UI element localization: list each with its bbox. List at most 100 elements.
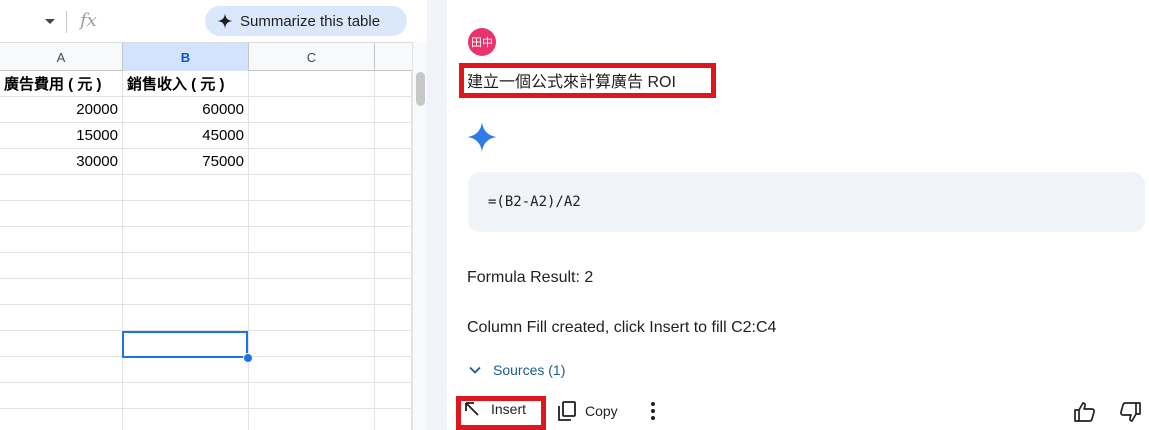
- cell[interactable]: [123, 253, 249, 278]
- cell-b4[interactable]: 75000: [123, 149, 249, 174]
- formula-bar-divider: [66, 11, 67, 33]
- cell[interactable]: [249, 409, 375, 430]
- cell[interactable]: [375, 331, 412, 356]
- insert-button[interactable]: Insert: [463, 400, 526, 418]
- fill-handle[interactable]: [243, 353, 253, 363]
- insert-arrow-icon: [465, 402, 479, 416]
- cell[interactable]: [375, 201, 412, 226]
- cell[interactable]: [249, 201, 375, 226]
- cell-c4[interactable]: [249, 149, 375, 174]
- sources-label: Sources (1): [493, 362, 566, 378]
- scrollbar-thumb[interactable]: [416, 72, 425, 106]
- cell[interactable]: [0, 175, 123, 200]
- cell[interactable]: [375, 383, 412, 408]
- cell[interactable]: [375, 409, 412, 430]
- copy-label: Copy: [585, 403, 618, 419]
- column-header-a[interactable]: A: [0, 43, 123, 71]
- cell-d2[interactable]: [375, 97, 412, 122]
- cell-a1[interactable]: 廣告費用 ( 元 ): [0, 71, 123, 96]
- cell[interactable]: [375, 305, 412, 330]
- formula-code-block: =(B2-A2)/A2: [468, 172, 1145, 232]
- cell[interactable]: [0, 201, 123, 226]
- copy-icon: [558, 401, 576, 421]
- cell-c2[interactable]: [249, 97, 375, 122]
- cell[interactable]: [0, 253, 123, 278]
- cell-a3[interactable]: 15000: [0, 123, 123, 148]
- cell[interactable]: [123, 201, 249, 226]
- table-row: [0, 175, 412, 201]
- sparkle-icon: [217, 13, 233, 29]
- cell[interactable]: [249, 175, 375, 200]
- column-header-c[interactable]: C: [249, 43, 375, 71]
- gemini-panel: 田中 建立一個公式來計算廣告 ROI =(B2-A2)/A2 Formula R…: [447, 0, 1149, 430]
- column-header-d[interactable]: [375, 43, 412, 71]
- cell-d3[interactable]: [375, 123, 412, 148]
- cell[interactable]: [123, 279, 249, 304]
- more-options-icon[interactable]: [645, 400, 661, 422]
- cell[interactable]: [249, 305, 375, 330]
- table-row: [0, 227, 412, 253]
- cell[interactable]: [123, 175, 249, 200]
- cell[interactable]: [249, 253, 375, 278]
- column-header-b[interactable]: B: [123, 43, 249, 71]
- cell[interactable]: [375, 279, 412, 304]
- table-row: [0, 357, 412, 383]
- cell[interactable]: [123, 357, 249, 382]
- cell[interactable]: [249, 383, 375, 408]
- cell-c1[interactable]: [249, 71, 375, 96]
- formula-result: Formula Result: 2: [467, 269, 594, 286]
- cell[interactable]: [375, 175, 412, 200]
- table-row: [0, 253, 412, 279]
- table-row: 30000 75000: [0, 149, 412, 175]
- cell-b2[interactable]: 60000: [123, 97, 249, 122]
- cell[interactable]: [375, 227, 412, 252]
- cell[interactable]: [249, 331, 375, 356]
- cell[interactable]: [0, 357, 123, 382]
- cell[interactable]: [375, 357, 412, 382]
- cell-b3[interactable]: 45000: [123, 123, 249, 148]
- fx-icon: fx: [80, 10, 97, 31]
- table-row: [0, 409, 412, 430]
- cell[interactable]: [123, 383, 249, 408]
- insert-label: Insert: [491, 401, 527, 417]
- table-row: [0, 305, 412, 331]
- user-prompt: 建立一個公式來計算廣告 ROI: [467, 74, 676, 91]
- cell[interactable]: [249, 279, 375, 304]
- vertical-scrollbar[interactable]: [412, 42, 427, 430]
- cell-a2[interactable]: 20000: [0, 97, 123, 122]
- sources-toggle[interactable]: Sources (1): [467, 362, 565, 378]
- user-avatar: 田中: [468, 28, 496, 56]
- cell[interactable]: [0, 305, 123, 330]
- cell[interactable]: [249, 227, 375, 252]
- copy-button[interactable]: Copy: [557, 400, 618, 422]
- cell[interactable]: [249, 357, 375, 382]
- cell[interactable]: [0, 227, 123, 252]
- thumbs-up-icon[interactable]: [1073, 400, 1097, 424]
- cell[interactable]: [375, 253, 412, 278]
- spreadsheet: fx Summarize this table A B C 廣告費用 ( 元 )…: [0, 0, 427, 430]
- table-row: [0, 383, 412, 409]
- thumbs-down-icon[interactable]: [1118, 400, 1142, 424]
- cell-a4[interactable]: 30000: [0, 149, 123, 174]
- cell[interactable]: [0, 279, 123, 304]
- table-row: [0, 201, 412, 227]
- table-row: 廣告費用 ( 元 ) 銷售收入 ( 元 ): [0, 71, 412, 97]
- formula-code: =(B2-A2)/A2: [488, 194, 581, 210]
- response-actions: Insert Copy: [447, 394, 1149, 430]
- cell[interactable]: [0, 331, 123, 356]
- column-fill-message: Column Fill created, click Insert to fil…: [467, 319, 777, 336]
- name-box-dropdown-icon[interactable]: [45, 19, 55, 24]
- cell-d1[interactable]: [375, 71, 412, 96]
- cell[interactable]: [123, 227, 249, 252]
- summarize-table-button[interactable]: Summarize this table: [205, 6, 407, 36]
- gemini-sparkle-icon: [467, 122, 497, 152]
- cell-c3[interactable]: [249, 123, 375, 148]
- cell[interactable]: [0, 409, 123, 430]
- cell[interactable]: [0, 383, 123, 408]
- cell[interactable]: [123, 305, 249, 330]
- cell[interactable]: [123, 409, 249, 430]
- selected-cell-outline[interactable]: [122, 331, 248, 358]
- cell-d4[interactable]: [375, 149, 412, 174]
- cell-b1[interactable]: 銷售收入 ( 元 ): [123, 71, 249, 96]
- chevron-down-icon: [469, 366, 481, 374]
